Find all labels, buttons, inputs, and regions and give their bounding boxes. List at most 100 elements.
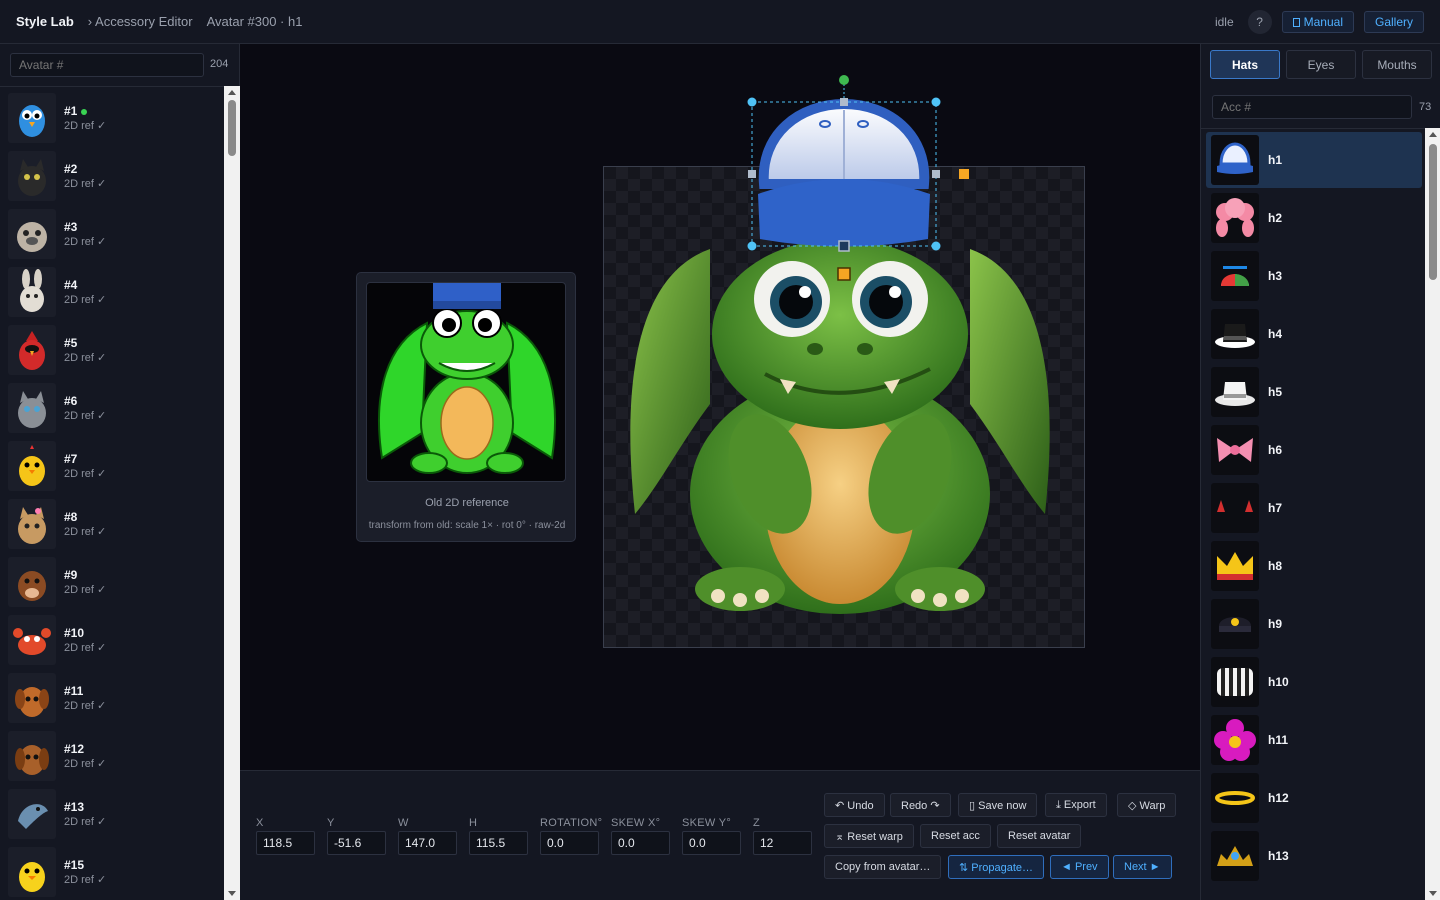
avatar-list[interactable]: #1 2D ref ✓ #2 2D ref ✓ #3 2D ref ✓ #4 2D ref ✓…: [0, 86, 240, 900]
scroll-down-icon[interactable]: [1429, 891, 1437, 896]
scroll-down-icon[interactable]: [228, 891, 236, 896]
scrollbar-thumb[interactable]: [228, 100, 236, 156]
breadcrumb[interactable]: › Accessory Editor: [88, 14, 193, 29]
avatar-list-item[interactable]: #11 2D ref ✓: [8, 671, 220, 725]
avatar-list-item[interactable]: #8 2D ref ✓: [8, 497, 220, 551]
avatar-list-item[interactable]: #10 2D ref ✓: [8, 613, 220, 667]
transform-field: W: [398, 817, 457, 855]
transform-field: H: [469, 817, 528, 855]
accessory-list-item[interactable]: h6: [1206, 422, 1422, 478]
avatar-list-item[interactable]: #5 2D ref ✓: [8, 323, 220, 377]
rotate-handle[interactable]: [839, 75, 849, 85]
accessory-list-item[interactable]: h5: [1206, 364, 1422, 420]
transform-field-label: H: [469, 817, 478, 829]
help-icon: ?: [1256, 15, 1263, 29]
export-button[interactable]: ⤓ Export: [1045, 793, 1107, 817]
transform-field: ROTATION°: [540, 817, 602, 855]
avatar-search-input[interactable]: [10, 53, 204, 77]
crab-icon: [8, 615, 56, 665]
tab-mouths[interactable]: Mouths: [1362, 50, 1432, 79]
accessory-panel: Hats Eyes Mouths 73 h1h2h3h4h5h6h7h8h9h1…: [1200, 44, 1440, 900]
avatar-list-item[interactable]: #3 2D ref ✓: [8, 207, 220, 261]
cap-accessory[interactable]: [758, 98, 930, 247]
scroll-up-icon[interactable]: [228, 90, 236, 95]
accessory-list-item[interactable]: h11: [1206, 712, 1422, 768]
duckling-icon: [8, 847, 56, 897]
propagate-button[interactable]: ⇅ Propagate…: [948, 855, 1045, 879]
reset-avatar-button[interactable]: Reset avatar: [997, 824, 1082, 848]
edge-handle-top[interactable]: [840, 98, 848, 106]
avatar-list-item[interactable]: #13 2D ref ✓: [8, 787, 220, 841]
accessory-name: h3: [1268, 269, 1283, 283]
avatar-list-item[interactable]: #1 2D ref ✓: [8, 91, 220, 145]
accessory-list-item[interactable]: h13: [1206, 828, 1422, 884]
reset-acc-button[interactable]: Reset acc: [920, 824, 991, 848]
manual-button[interactable]: Manual: [1281, 11, 1354, 33]
avatar-number: #15: [64, 858, 85, 872]
transform-input[interactable]: [682, 831, 741, 855]
accessory-name: h6: [1268, 443, 1283, 457]
striped-hat-icon: [1211, 657, 1259, 707]
avatar-list-item[interactable]: #15 2D ref ✓: [8, 845, 220, 899]
transform-input[interactable]: [256, 831, 315, 855]
transform-input[interactable]: [753, 831, 812, 855]
accessory-list-item[interactable]: h9: [1206, 596, 1422, 652]
warp-button[interactable]: ◇ Warp: [1117, 793, 1177, 817]
accessory-list[interactable]: h1 h2 h3 h4 h5 h6 h7 h8 h9 h10 h11 h12 h13: [1201, 128, 1425, 900]
reset-warp-button[interactable]: ⌅ Reset warp: [824, 824, 914, 848]
tiara-icon: [1211, 831, 1259, 881]
anchor-handle[interactable]: [837, 267, 851, 281]
corner-handle-tr[interactable]: [931, 97, 941, 107]
next-button[interactable]: Next ►: [1113, 855, 1172, 879]
transform-input[interactable]: [469, 831, 528, 855]
corner-handle-tl[interactable]: [747, 97, 757, 107]
skew-handle[interactable]: [959, 169, 969, 179]
transform-input[interactable]: [611, 831, 670, 855]
transform-field-label: SKEW X°: [611, 817, 661, 829]
accessory-list-item[interactable]: h8: [1206, 538, 1422, 594]
scroll-up-icon[interactable]: [1429, 132, 1437, 137]
editor-canvas[interactable]: Old 2D reference transform from old: sca…: [240, 44, 1200, 770]
redo-button[interactable]: Redo ↷: [890, 793, 951, 817]
accessory-list-item[interactable]: h2: [1206, 190, 1422, 246]
devil-horns-icon: [1211, 483, 1259, 533]
corner-handle-bl[interactable]: [747, 241, 757, 251]
accessory-list-scrollbar[interactable]: [1425, 128, 1440, 900]
avatar-ref-status: 2D ref ✓: [64, 468, 107, 480]
transform-input[interactable]: [540, 831, 599, 855]
scrollbar-thumb[interactable]: [1429, 144, 1437, 280]
save-now-button[interactable]: ▯ Save now: [958, 793, 1038, 817]
avatar-list-item[interactable]: #9 2D ref ✓: [8, 555, 220, 609]
accessory-search-input[interactable]: [1212, 95, 1412, 119]
gallery-button[interactable]: Gallery: [1363, 11, 1424, 33]
edge-handle-right[interactable]: [932, 170, 940, 178]
avatar-list-item[interactable]: #2 2D ref ✓: [8, 149, 220, 203]
tab-eyes[interactable]: Eyes: [1286, 50, 1356, 79]
edge-handle-bottom[interactable]: [838, 240, 850, 252]
accessory-list-item[interactable]: h4: [1206, 306, 1422, 362]
dolphin-icon: [8, 789, 56, 839]
copy-from-avatar-button[interactable]: Copy from avatar…: [824, 855, 942, 879]
avatar-list-item[interactable]: #4 2D ref ✓: [8, 265, 220, 319]
accessory-list-item[interactable]: h3: [1206, 248, 1422, 304]
accessory-list-item[interactable]: h10: [1206, 654, 1422, 710]
avatar-list-item[interactable]: #7 2D ref ✓: [8, 439, 220, 493]
corner-handle-br[interactable]: [931, 241, 941, 251]
help-button[interactable]: ?: [1247, 10, 1272, 34]
accessory-list-item[interactable]: h12: [1206, 770, 1422, 826]
transform-input[interactable]: [398, 831, 457, 855]
avatar-list-item[interactable]: #6 2D ref ✓: [8, 381, 220, 435]
prev-button[interactable]: ◄ Prev: [1050, 855, 1109, 879]
transform-input[interactable]: [327, 831, 386, 855]
avatar-render[interactable]: [240, 44, 1200, 770]
undo-button[interactable]: ↶ Undo: [824, 793, 885, 817]
edge-handle-left[interactable]: [748, 170, 756, 178]
tab-hats[interactable]: Hats: [1210, 50, 1280, 79]
accessory-list-item[interactable]: h7: [1206, 480, 1422, 536]
avatar-list-scrollbar[interactable]: [224, 86, 240, 900]
avatar-ref-status: 2D ref ✓: [64, 642, 107, 654]
puppy-icon: [8, 673, 56, 723]
accessory-list-item[interactable]: h1: [1206, 132, 1422, 188]
active-dot-icon: [81, 108, 88, 115]
avatar-list-item[interactable]: #12 2D ref ✓: [8, 729, 220, 783]
